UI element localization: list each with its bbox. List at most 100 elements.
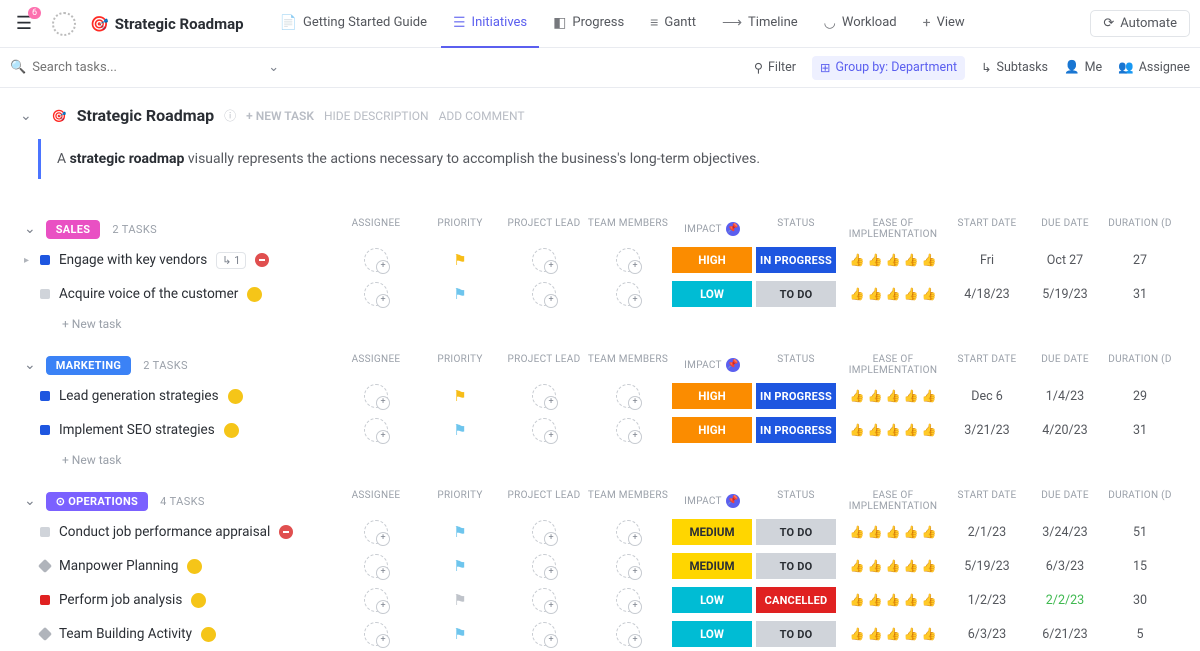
priority-cell[interactable]: ⚑ <box>418 285 502 303</box>
filter-button[interactable]: ⚲Filter <box>754 60 796 76</box>
ease-cell[interactable]: 👍👍👍👍👍 <box>838 388 948 404</box>
col-status[interactable]: STATUS <box>754 490 838 512</box>
ease-cell[interactable]: 👍👍👍👍👍 <box>838 422 948 438</box>
project-lead-cell[interactable] <box>502 622 586 646</box>
automate-button[interactable]: ⟳ Automate <box>1090 10 1190 37</box>
menu-button[interactable]: ☰ 6 <box>10 10 38 38</box>
impact-cell[interactable]: MEDIUM <box>670 553 754 579</box>
status-cell[interactable]: TO DO <box>754 519 838 545</box>
col-team-members[interactable]: TEAM MEMBERS <box>586 218 670 240</box>
status-cell[interactable]: CANCELLED <box>754 587 838 613</box>
task-name[interactable]: Perform job analysis <box>59 592 182 608</box>
tab-getting-started-guide[interactable]: 📄Getting Started Guide <box>268 0 439 48</box>
duration-cell[interactable]: 15 <box>1104 559 1176 574</box>
duration-cell[interactable]: 31 <box>1104 423 1176 438</box>
col-assignee[interactable]: ASSIGNEE <box>334 218 418 240</box>
group-pill[interactable]: ⊙ OPERATIONS <box>46 492 148 511</box>
assignee-cell[interactable] <box>334 554 418 578</box>
due-date-cell[interactable]: 2/2/23 <box>1026 593 1104 608</box>
new-task-button[interactable]: + NEW TASK <box>246 109 314 123</box>
due-date-cell[interactable]: Oct 27 <box>1026 253 1104 268</box>
impact-cell[interactable]: MEDIUM <box>670 519 754 545</box>
status-square[interactable] <box>40 425 50 435</box>
collapse-icon[interactable]: ⌄ <box>24 221 36 237</box>
thinking-icon[interactable] <box>201 627 216 642</box>
duration-cell[interactable]: 29 <box>1104 389 1176 404</box>
task-row[interactable]: Manpower Planning ⚑ MEDIUM TO DO 👍👍👍👍👍 5… <box>0 549 1200 583</box>
subtask-indicator[interactable]: ↳ 1 <box>216 252 246 269</box>
col-duration[interactable]: DURATION (D <box>1104 218 1176 240</box>
col-priority[interactable]: PRIORITY <box>418 354 502 376</box>
ease-cell[interactable]: 👍👍👍👍👍 <box>838 524 948 540</box>
priority-cell[interactable]: ⚑ <box>418 557 502 575</box>
new-task-link[interactable]: + New task <box>0 311 1200 333</box>
team-cell[interactable] <box>586 554 670 578</box>
start-date-cell[interactable]: Fri <box>948 253 1026 268</box>
project-lead-cell[interactable] <box>502 248 586 272</box>
subtasks-button[interactable]: ↳Subtasks <box>981 60 1048 76</box>
blocked-icon[interactable] <box>255 253 269 267</box>
ease-cell[interactable]: 👍👍👍👍👍 <box>838 252 948 268</box>
start-date-cell[interactable]: 2/1/23 <box>948 525 1026 540</box>
tab-workload[interactable]: ◡Workload <box>812 0 909 48</box>
chevron-down-icon[interactable]: ⌄ <box>268 60 279 75</box>
priority-cell[interactable]: ⚑ <box>418 625 502 643</box>
collapse-icon[interactable]: ⌄ <box>24 357 36 373</box>
task-name[interactable]: Implement SEO strategies <box>59 422 215 438</box>
tab-initiatives[interactable]: ☰Initiatives <box>441 0 539 48</box>
team-cell[interactable] <box>586 520 670 544</box>
duration-cell[interactable]: 31 <box>1104 287 1176 302</box>
assignee-cell[interactable] <box>334 588 418 612</box>
project-lead-cell[interactable] <box>502 520 586 544</box>
group-by-button[interactable]: ⊞Group by: Department <box>812 56 965 80</box>
col-duration[interactable]: DURATION (D <box>1104 354 1176 376</box>
task-name[interactable]: Acquire voice of the customer <box>59 286 238 302</box>
duration-cell[interactable]: 5 <box>1104 627 1176 642</box>
status-square[interactable] <box>38 627 52 641</box>
priority-cell[interactable]: ⚑ <box>418 421 502 439</box>
project-lead-cell[interactable] <box>502 418 586 442</box>
ease-cell[interactable]: 👍👍👍👍👍 <box>838 626 948 642</box>
description-box[interactable]: A strategic roadmap visually represents … <box>38 139 818 179</box>
status-cell[interactable]: TO DO <box>754 621 838 647</box>
priority-cell[interactable]: ⚑ <box>418 591 502 609</box>
col-due-date[interactable]: DUE DATE <box>1026 218 1104 240</box>
start-date-cell[interactable]: 5/19/23 <box>948 559 1026 574</box>
thinking-icon[interactable] <box>187 559 202 574</box>
add-comment-button[interactable]: ADD COMMENT <box>439 109 525 123</box>
col-priority[interactable]: PRIORITY <box>418 490 502 512</box>
start-date-cell[interactable]: 3/21/23 <box>948 423 1026 438</box>
thinking-icon[interactable] <box>224 423 239 438</box>
col-duration[interactable]: DURATION (D <box>1104 490 1176 512</box>
collapse-icon[interactable]: ⌄ <box>20 108 32 124</box>
col-start-date[interactable]: START DATE <box>948 490 1026 512</box>
col-due-date[interactable]: DUE DATE <box>1026 490 1104 512</box>
ease-cell[interactable]: 👍👍👍👍👍 <box>838 286 948 302</box>
due-date-cell[interactable]: 6/3/23 <box>1026 559 1104 574</box>
status-square[interactable] <box>40 527 50 537</box>
priority-cell[interactable]: ⚑ <box>418 251 502 269</box>
team-cell[interactable] <box>586 384 670 408</box>
impact-cell[interactable]: LOW <box>670 281 754 307</box>
task-name[interactable]: Lead generation strategies <box>59 388 219 404</box>
col-team-members[interactable]: TEAM MEMBERS <box>586 354 670 376</box>
assignee-button[interactable]: 👥Assignee <box>1118 60 1190 75</box>
search-wrap[interactable]: 🔍 ⌄ <box>10 60 736 75</box>
impact-cell[interactable]: LOW <box>670 587 754 613</box>
task-row[interactable]: Conduct job performance appraisal ⚑ MEDI… <box>0 515 1200 549</box>
status-square[interactable] <box>40 289 50 299</box>
group-pill[interactable]: MARKETING <box>46 356 131 375</box>
duration-cell[interactable]: 30 <box>1104 593 1176 608</box>
impact-cell[interactable]: HIGH <box>670 383 754 409</box>
info-icon[interactable]: ⓘ <box>224 107 236 124</box>
col-project-lead[interactable]: PROJECT LEAD <box>502 490 586 512</box>
duration-cell[interactable]: 51 <box>1104 525 1176 540</box>
collapse-icon[interactable]: ⌄ <box>24 493 36 509</box>
thinking-icon[interactable] <box>191 593 206 608</box>
start-date-cell[interactable]: 4/18/23 <box>948 287 1026 302</box>
col-status[interactable]: STATUS <box>754 354 838 376</box>
project-lead-cell[interactable] <box>502 384 586 408</box>
assignee-cell[interactable] <box>334 384 418 408</box>
status-square[interactable] <box>38 559 52 573</box>
status-cell[interactable]: IN PROGRESS <box>754 247 838 273</box>
